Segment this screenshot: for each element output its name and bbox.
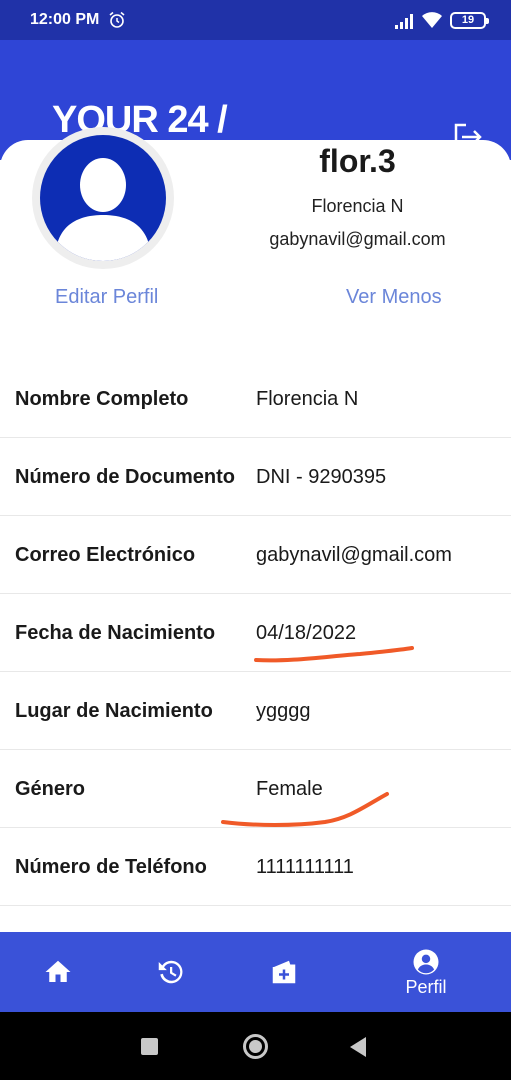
info-label: Número de Teléfono xyxy=(15,856,207,878)
info-value: ygggg xyxy=(256,700,311,722)
home-icon xyxy=(45,960,71,982)
system-navigation-bar xyxy=(0,1012,511,1080)
info-label: Nombre Completo xyxy=(15,388,189,410)
bottom-navigation: Perfil xyxy=(0,932,511,1012)
recents-button[interactable] xyxy=(141,1038,158,1055)
alarm-icon xyxy=(109,11,125,28)
info-row-email: Correo Electrónico gabynavil@gmail.com xyxy=(0,516,511,594)
nav-profile[interactable]: Perfil xyxy=(396,932,456,1012)
username: flor.3 xyxy=(319,143,396,179)
status-time: 12:00 PM xyxy=(30,11,100,28)
info-value: gabynavil@gmail.com xyxy=(256,544,452,566)
info-label: Fecha de Nacimiento xyxy=(15,622,216,644)
avatar[interactable] xyxy=(32,127,174,269)
info-label: Número de Documento xyxy=(15,466,236,488)
battery-indicator: 19 xyxy=(450,12,489,29)
home-button[interactable] xyxy=(243,1034,268,1059)
status-bar: 12:00 PM 19 xyxy=(0,0,511,40)
battery-level: 19 xyxy=(461,14,475,26)
info-row-full-name: Nombre Completo Florencia N xyxy=(0,360,511,438)
nav-history[interactable] xyxy=(148,932,192,1012)
full-name: Florencia N xyxy=(311,196,404,216)
medical-kit-icon xyxy=(272,960,296,984)
info-value: 1111111111 xyxy=(256,856,354,878)
avatar-image xyxy=(40,135,166,261)
nav-profile-label: Perfil xyxy=(405,976,447,997)
show-less-link[interactable]: Ver Menos xyxy=(346,286,442,309)
info-value: DNI - 9290395 xyxy=(256,466,387,488)
info-row-phone: Número de Teléfono 1111111111 xyxy=(0,828,511,906)
info-row-document-number: Número de Documento DNI - 9290395 xyxy=(0,438,511,516)
wifi-icon xyxy=(422,12,442,28)
email: gabynavil@gmail.com xyxy=(269,229,446,249)
history-icon xyxy=(158,960,183,984)
info-label: Género xyxy=(15,778,86,800)
annotation-underline xyxy=(221,792,389,827)
info-label: Lugar de Nacimiento xyxy=(15,700,213,722)
person-icon xyxy=(55,158,151,261)
info-row-birth-place: Lugar de Nacimiento ygggg xyxy=(0,672,511,750)
info-value: Florencia N xyxy=(256,388,359,410)
edit-profile-link[interactable]: Editar Perfil xyxy=(55,286,158,309)
signal-icon xyxy=(395,14,413,29)
info-label: Correo Electrónico xyxy=(15,544,196,566)
nav-home[interactable] xyxy=(36,932,80,1012)
annotation-underline xyxy=(254,646,414,663)
nav-medical[interactable] xyxy=(262,932,306,1012)
account-circle-icon xyxy=(413,949,439,974)
back-button[interactable] xyxy=(350,1037,366,1057)
